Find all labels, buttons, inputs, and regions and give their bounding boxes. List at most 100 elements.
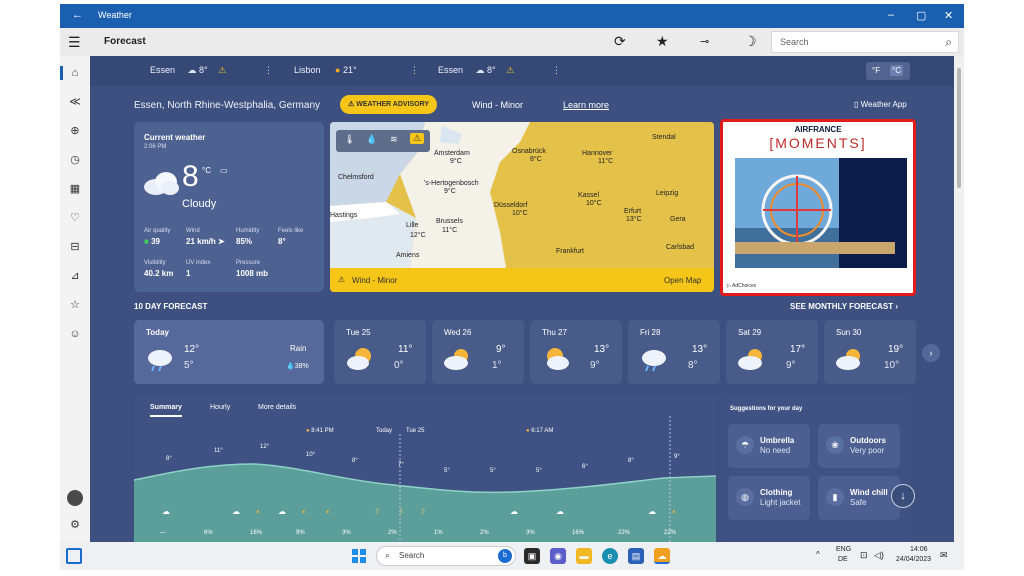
hamburger-menu-icon[interactable]: ☰ (68, 34, 81, 51)
calendar-icon[interactable]: ▦ (68, 182, 82, 196)
thermometer-icon[interactable]: 🌡 (344, 134, 355, 145)
clock-time[interactable]: 14:06 (910, 546, 928, 553)
forecast-day-card[interactable]: Sun 30 19° 10° (824, 320, 916, 384)
chevron-up-icon[interactable]: ^ (816, 550, 820, 559)
clock-icon[interactable]: ◷ (68, 153, 82, 167)
location-chip[interactable]: Essen ☁ 8° ⚠ (150, 65, 226, 76)
suggestion-card[interactable]: ▮ Wind chill Safe (818, 476, 900, 520)
adchoices-icon: ▷ (727, 283, 731, 289)
news-icon[interactable]: ⊟ (68, 240, 82, 254)
cloudy-icon: ☁ (475, 65, 485, 75)
feedback-smile-icon[interactable]: ☺ (68, 327, 82, 341)
current-unit: °C (202, 166, 211, 175)
location-name: Lisbon (294, 65, 321, 75)
teams-chat-icon[interactable]: ◉ (550, 548, 566, 564)
sun-cloud-icon (347, 348, 371, 370)
open-map-link[interactable]: Open Map (664, 276, 701, 285)
maximize-button[interactable]: ▢ (916, 9, 926, 22)
celsius-option[interactable]: °C (890, 65, 903, 76)
forecast-day-card[interactable]: Thu 27 13° 9° (530, 320, 622, 384)
taskbar-search[interactable]: ⌕ Search (376, 546, 516, 566)
forecast-day-card[interactable]: Wed 26 9° 1° (432, 320, 524, 384)
home-icon[interactable]: ⌂ (68, 66, 82, 80)
suggestion-detail: Safe (850, 498, 867, 507)
cloud-icon: ☁ (162, 507, 170, 516)
forecast-day-card[interactable]: Sat 29 17° 9° (726, 320, 818, 384)
refresh-icon[interactable]: ⟳ (614, 33, 626, 50)
moon-cloud-icon: ☽ (418, 507, 426, 516)
map-layer-tools: 🌡 💧 ≋ ⚠ (336, 130, 430, 152)
clock-date[interactable]: 24/04/2023 (896, 556, 931, 563)
day-name: Wed 26 (444, 328, 472, 337)
map-city-label: Stendal (652, 134, 676, 141)
weather-map[interactable]: 🌡 💧 ≋ ⚠ Amsterdam 9°C Osnabrück 8°C Hann… (330, 122, 714, 292)
more-options-icon[interactable]: ⋮ (552, 65, 561, 76)
advisory-detail: Wind - Minor (472, 100, 524, 110)
start-windows-icon[interactable] (352, 549, 366, 563)
current-weather-card[interactable]: Current weather 2:06 PM 8 °C ▭ Cloudy Ai… (134, 122, 324, 292)
hour-precip: 9% (296, 530, 305, 536)
forecast-day-card[interactable]: Fri 28 13° 8° (628, 320, 720, 384)
more-options-icon[interactable]: ⋮ (410, 65, 419, 76)
see-monthly-forecast-link[interactable]: SEE MONTHLY FORECAST › (790, 302, 898, 311)
suggestion-card[interactable]: ☂ Umbrella No need (728, 424, 810, 468)
weather-app-link[interactable]: ▯ Weather App (854, 100, 907, 109)
adchoices-label[interactable]: ▷ AdChoices (727, 283, 756, 289)
close-button[interactable]: ✕ (944, 9, 953, 22)
current-condition: Cloudy (182, 198, 217, 210)
forecast-day-card[interactable]: Today 12° 5° Rain 💧38% (134, 320, 324, 384)
learn-more-link[interactable]: Learn more (563, 100, 609, 110)
settings-gear-icon[interactable]: ⚙ (68, 518, 82, 532)
forecast-day-card[interactable]: Tue 25 11° 0° (334, 320, 426, 384)
advertisement[interactable]: AIRFRANCE [MOMENTS] ▷ AdChoices (720, 119, 916, 296)
scrollbar[interactable] (954, 56, 964, 542)
dark-mode-moon-icon[interactable]: ☽ (744, 33, 757, 50)
map-city-label: 's-Hertogenbosch (424, 180, 479, 187)
more-options-icon[interactable]: ⋮ (264, 65, 273, 76)
location-chip[interactable]: Essen ☁ 8° ⚠ (438, 65, 514, 76)
charts-icon[interactable]: ⊿ (68, 269, 82, 283)
location-chip[interactable]: Lisbon ● 21° (294, 65, 357, 75)
next-days-chevron-icon[interactable]: › (922, 344, 940, 362)
keyboard-layout[interactable]: DE (838, 556, 848, 563)
day-low: 1° (492, 360, 502, 371)
rain-drop-icon[interactable]: 💧 (366, 134, 377, 145)
globe-icon[interactable]: ⊕ (68, 124, 82, 138)
weather-window: ← Weather – ▢ ✕ ☰ Forecast ⟳ ★ ⊸ ☽ Searc… (60, 4, 964, 570)
map-city-label: Kassel (578, 192, 600, 199)
hour-precip: 3% (342, 530, 351, 536)
weather-advisory-badge[interactable]: ⚠ WEATHER ADVISORY (340, 95, 438, 114)
pin-icon[interactable]: ⊸ (700, 35, 709, 48)
file-explorer-icon[interactable]: ▬ (576, 548, 592, 564)
bing-icon[interactable]: b (498, 549, 512, 563)
notification-icon[interactable]: ✉ (940, 550, 948, 561)
scroll-down-arrow-icon[interactable]: ↓ (891, 484, 915, 508)
search-icon[interactable]: ⌕ (945, 35, 952, 50)
language-code[interactable]: ENG (836, 546, 851, 553)
scrollbar-thumb[interactable] (957, 68, 961, 188)
back-arrow-icon[interactable]: ← (72, 9, 83, 21)
maps-icon[interactable]: ≪ (68, 95, 82, 109)
favorites-heart-icon[interactable]: ♡ (68, 211, 82, 225)
taskbar: ⌕ Search b ▣ ◉ ▬ e ▤ ☁ ^ ENG DE ⊡ ◁) 14:… (60, 542, 964, 570)
sun-cloud-icon: ◐ (326, 507, 331, 516)
avatar[interactable] (67, 490, 83, 506)
weather-app-icon[interactable]: ☁ (654, 548, 670, 564)
search-input[interactable]: Search ⌕ (771, 31, 959, 53)
network-icon[interactable]: ⊡ (860, 550, 868, 561)
suggestion-card[interactable]: ❀ Outdoors Very poor (818, 424, 900, 468)
favorites-list-icon[interactable]: ☆ (68, 298, 82, 312)
minimize-button[interactable]: – (888, 9, 894, 21)
volume-icon[interactable]: ◁) (874, 550, 884, 561)
fahrenheit-option[interactable]: °F (872, 66, 880, 75)
alert-layer-icon[interactable]: ⚠ (410, 133, 425, 144)
widgets-icon[interactable] (66, 548, 82, 564)
suggestion-card[interactable]: ◍ Clothing Light jacket (728, 476, 810, 520)
edge-browser-icon[interactable]: e (602, 548, 618, 564)
wind-icon[interactable]: ≋ (390, 134, 398, 145)
hour-temp: 9° (674, 454, 680, 460)
store-icon[interactable]: ▤ (628, 548, 644, 564)
favorite-star-icon[interactable]: ★ (656, 33, 669, 50)
task-view-icon[interactable]: ▣ (524, 548, 540, 564)
unit-toggle[interactable]: °F °C (866, 62, 910, 80)
